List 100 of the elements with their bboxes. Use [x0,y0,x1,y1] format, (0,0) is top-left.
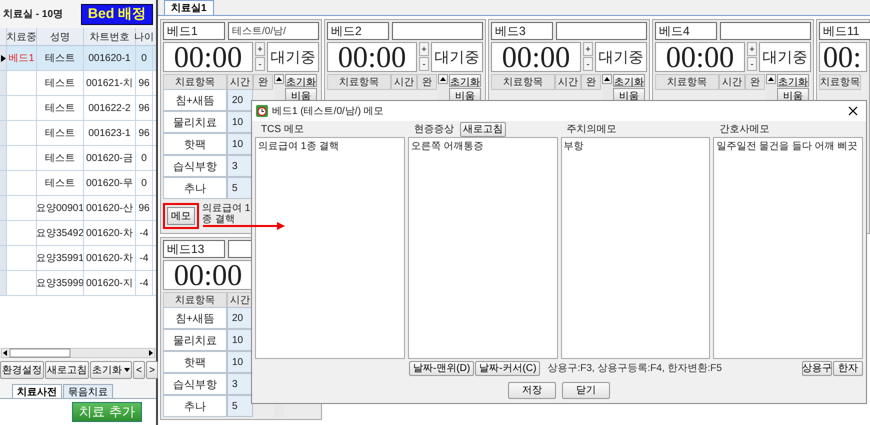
patient-row[interactable]: 테스트 001620-무 0 [0,171,156,196]
scroll-up-icon[interactable] [602,74,612,84]
spin-button[interactable]: - [583,57,593,71]
timer-display: 00:00 [491,42,581,72]
reset-button[interactable]: 초기화 [449,74,481,87]
table-cell: 001620-무 [83,171,135,195]
spin-button[interactable]: + [583,42,593,56]
memo-text-area[interactable]: 일주일전 물건을 들다 어깨 삐끗 [713,137,863,359]
reset-dropdown[interactable]: 초기화 [90,361,132,379]
column-header: 시간 [391,74,417,90]
status-display: 대기중 [759,42,811,72]
reset-button[interactable]: 초기화 [613,74,645,87]
bed-name-field: 베드2 [327,22,389,40]
reset-button[interactable]: 초기화 [285,74,317,87]
table-cell: 요양35999 [36,271,83,295]
spin-button[interactable]: - [419,57,429,71]
table-cell: 추나 [163,395,227,417]
patient-row[interactable]: 요양35991 001620-차 -4 [0,246,156,271]
tab[interactable]: 치료실1 [164,0,214,15]
caret-icon [124,368,130,372]
table-cell: 20 [227,307,253,329]
column-header[interactable]: 차트번호 [83,28,135,45]
patient-row[interactable]: 테스트 001621-치 96 [0,71,156,96]
memo-text-area[interactable]: 부항 [560,137,710,359]
table-cell: 침+새뜸 [163,307,227,329]
clock-icon [256,105,268,117]
bed-name-field: 베드4 [655,22,717,40]
date-insert-button[interactable]: 날짜-커서(C) [475,360,540,376]
tab[interactable]: 치료사전 [12,384,62,398]
memo-text-area[interactable]: 오른쪽 어깨통증 [408,137,558,359]
table-cell: 96 [135,96,152,120]
column-header: 완 [253,74,273,90]
spin-button[interactable]: - [255,57,265,71]
timer-display: 00: [819,42,867,72]
dialog-title: 베드1 (테스트/0/남/) 메모 [272,105,385,118]
table-cell: 5 [227,395,253,417]
toolbar-button[interactable]: 환경설정 [0,361,44,379]
column-header[interactable]: 나이 [135,28,152,45]
clear-button[interactable]: 비움 [777,88,809,101]
table-cell: 3 [227,373,253,395]
patient-row[interactable]: 테스트 001623-1 96 [0,121,156,146]
table-cell: 습식부항 [163,373,227,395]
toolbar-button[interactable]: 새로고침 [45,361,89,379]
patient-row[interactable]: 테스트 001620-금 0 [0,146,156,171]
column-header: 시간 [555,74,581,90]
bed-name-field: 베드1 [163,22,225,40]
patient-field: 테스트/0/남/ [228,22,319,40]
status-display: 대기중 [431,42,483,72]
column-header: 완 [581,74,601,90]
tool-button[interactable]: 상용구 [802,360,832,376]
spin-button[interactable]: - [747,57,757,71]
patient-row[interactable]: 베드1 테스트 001620-1 0 [0,46,156,71]
tool-button[interactable]: 한자 [833,360,863,376]
table-cell: 10 [227,111,253,133]
scroll-up-icon[interactable] [438,74,448,84]
spin-button[interactable]: + [747,42,757,56]
clear-button[interactable]: 비움 [449,88,481,101]
dialog-button[interactable]: 저장 [508,382,556,398]
refresh-button[interactable]: 새로고침 [460,122,506,136]
bed-name-field: 베드13 [163,240,225,258]
patient-row[interactable]: 테스트 001622-2 96 [0,96,156,121]
memo-button[interactable]: 메모 [167,207,195,225]
horizontal-scrollbar[interactable] [1,348,155,358]
close-icon[interactable] [848,106,858,116]
patient-row[interactable]: 요양35999 001620-지 -4 [0,271,156,296]
scroll-up-icon[interactable] [274,74,284,84]
column-header[interactable]: 치료중 [6,28,36,45]
clear-button[interactable]: 비움 [285,88,317,101]
table-cell: 001622-2 [83,96,135,120]
timer-display: 00:00 [327,42,417,72]
table-cell: 요양00901 [36,196,83,220]
spin-button[interactable]: + [419,42,429,56]
table-cell: 001620-차 [83,246,135,270]
memo-text-area[interactable]: 의료급여 1종 결핵 [255,137,405,359]
bed-name-field: 베드11 [819,22,870,40]
reset-button[interactable]: 초기화 [777,74,809,87]
table-cell: 0 [135,46,152,70]
table-cell: 핫팩 [163,351,227,373]
table-cell: 3 [227,155,253,177]
dialog-button[interactable]: 닫기 [562,382,610,398]
patient-row[interactable]: 요양00901 001620-산 96 [0,196,156,221]
tab[interactable]: 묶음치료 [63,384,113,398]
spin-button[interactable]: + [255,42,265,56]
table-cell: -4 [135,271,152,295]
bed-name-field: 베드3 [491,22,553,40]
column-header[interactable]: 성명 [36,28,83,45]
table-cell: 96 [135,71,152,95]
patient-row[interactable]: 요양35492 001620-차 -4 [0,221,156,246]
scroll-up-icon[interactable] [766,74,776,84]
bed-assign-button[interactable]: Bed 배정 [81,4,153,24]
date-insert-button[interactable]: 날짜-맨위(D) [409,360,474,376]
table-cell-text: 베드1 [8,52,34,65]
nav-button[interactable]: < [133,361,145,379]
table-cell: 96 [135,196,152,220]
memo-field: 의료급여 1종 결핵 [202,203,254,225]
clear-button[interactable]: 비움 [613,88,645,101]
nav-button[interactable]: > [146,361,158,379]
table-cell: 테스트 [36,146,83,170]
shortcut-hint: 상용구:F3, 상용구등록:F4, 한자변환:F5 [546,362,723,375]
table-cell: 10 [227,133,253,155]
